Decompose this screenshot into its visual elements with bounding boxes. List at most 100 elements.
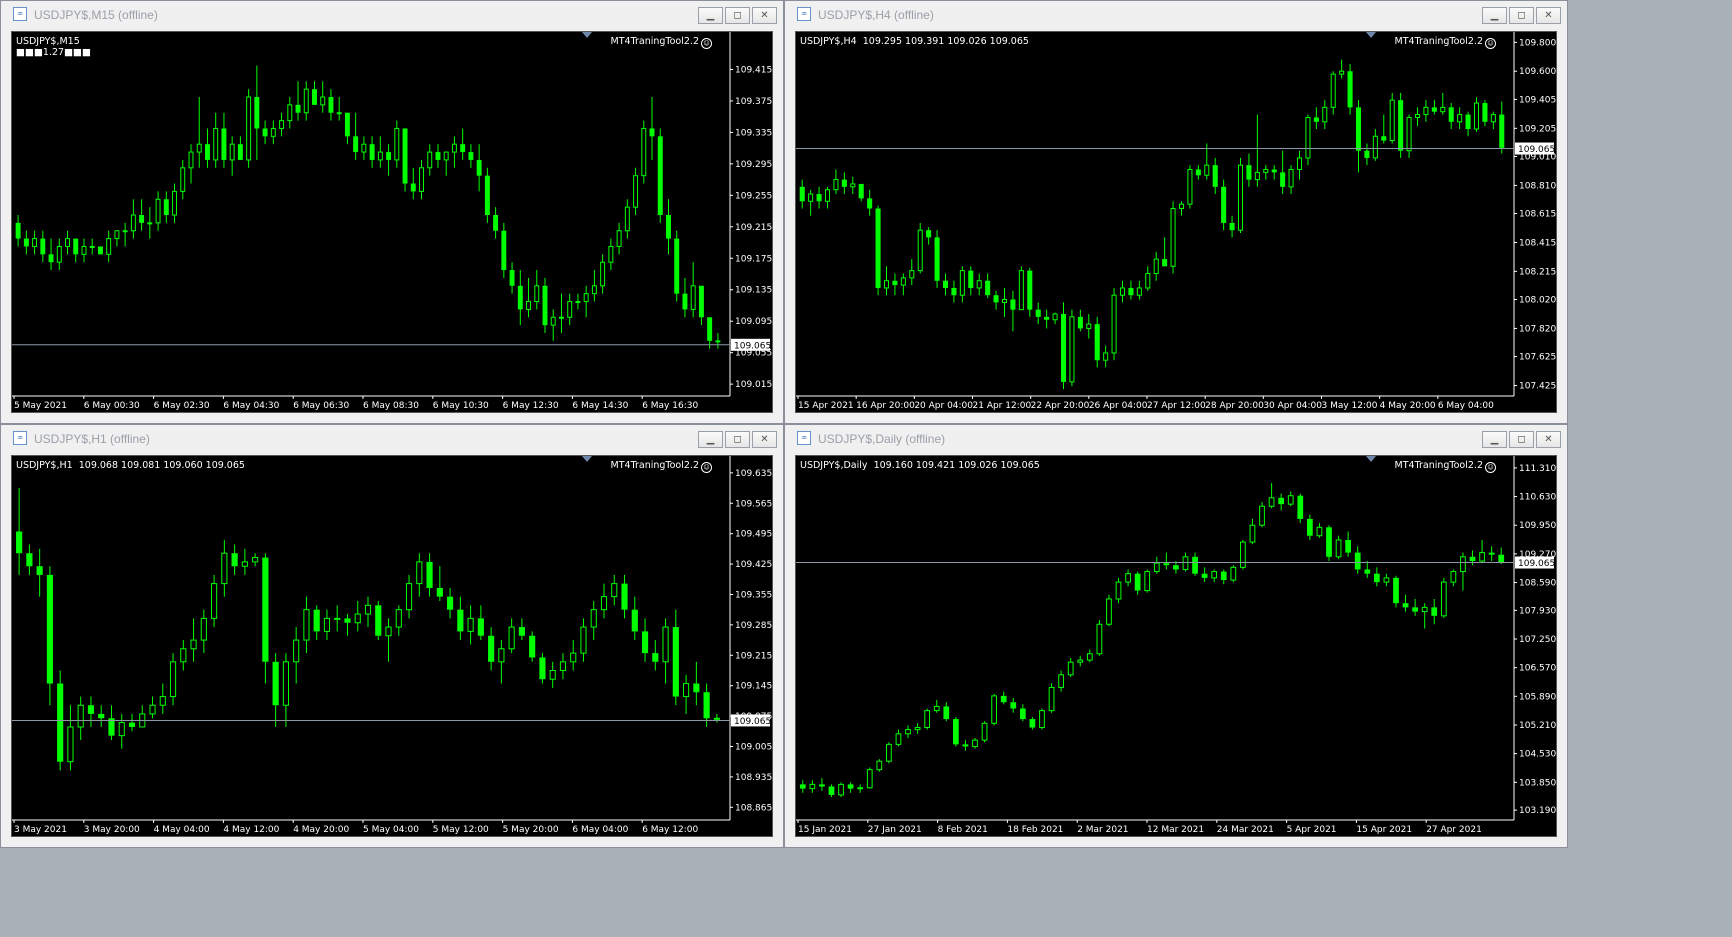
candle-bull — [180, 167, 186, 192]
candle-bear — [1347, 71, 1353, 108]
chart-svg: 109.635 109.565 109.495 109.425 109.355 109.2… — [12, 456, 772, 835]
price-tick-label: 108.935 — [735, 773, 772, 783]
chart-window-icon: ♒ — [13, 431, 27, 445]
minimize-icon[interactable]: ▁ — [698, 7, 723, 24]
close-icon[interactable]: ✕ — [752, 7, 777, 24]
candle-bear — [344, 112, 350, 137]
candle-bear — [1163, 563, 1170, 566]
shift-marker-icon[interactable] — [1366, 456, 1376, 462]
candle-bear — [1246, 165, 1252, 180]
candle-bull — [1136, 287, 1142, 296]
candle-bear — [15, 222, 21, 239]
shift-marker-icon[interactable] — [582, 456, 592, 462]
candle-bull — [354, 613, 361, 624]
candle-bull — [550, 316, 556, 326]
candle-bear — [457, 609, 464, 632]
price-tick-label: 109.015 — [735, 380, 772, 390]
shift-marker-icon[interactable] — [1366, 32, 1376, 38]
chart-canvas[interactable]: 109.635 109.565 109.495 109.425 109.355 109.2… — [11, 455, 773, 837]
candle-bull — [1230, 566, 1237, 581]
candle-bear — [934, 237, 940, 281]
candle-bull — [526, 301, 532, 310]
candle-bull — [1018, 270, 1024, 311]
candle-bear — [1271, 169, 1277, 173]
chart-window-h1[interactable]: ♒ USDJPY$,H1 (offline) ▁ ◻ ✕ 109.635 109.… — [0, 424, 784, 848]
price-tick-label: 108.865 — [735, 803, 772, 813]
candle-bear — [375, 605, 382, 636]
candle-bear — [1077, 316, 1083, 329]
price-tick-label: 107.250 — [1519, 635, 1556, 645]
candle-bear — [447, 596, 454, 610]
candle-bull — [451, 143, 457, 153]
candle-bull — [395, 609, 402, 628]
restore-icon[interactable]: ◻ — [1509, 431, 1534, 448]
shift-marker-icon[interactable] — [582, 32, 592, 38]
candle-bull — [833, 179, 839, 191]
candle-bull — [419, 167, 424, 192]
candle-bear — [484, 175, 490, 215]
window-titlebar[interactable]: ♒ USDJPY$,Daily (offline) ▁ ◻ ✕ — [785, 425, 1567, 453]
price-tick-label: 109.215 — [735, 223, 772, 233]
candle-bear — [649, 128, 655, 137]
price-tick-label: 108.615 — [1519, 210, 1556, 220]
candle-bear — [698, 285, 704, 318]
candle-bull — [323, 617, 331, 632]
candle-bear — [272, 661, 279, 706]
candle-bull — [1406, 116, 1412, 152]
window-title: USDJPY$,M15 (offline) — [34, 8, 158, 22]
candle-bull — [1372, 135, 1378, 159]
candle-bear — [36, 566, 43, 575]
price-tick-label: 107.625 — [1519, 353, 1556, 363]
candle-bull — [114, 230, 120, 240]
candle-bear — [1326, 527, 1332, 557]
restore-icon[interactable]: ◻ — [725, 431, 750, 448]
candle-bear — [435, 152, 441, 160]
candle-bull — [106, 238, 112, 255]
candle-bear — [237, 144, 243, 160]
candle-bull — [303, 88, 309, 114]
candle-bull — [394, 127, 400, 161]
chart-window-m15[interactable]: ♒ USDJPY$,M15 (offline) ▁ ◻ ✕ 109.415 109… — [0, 0, 784, 424]
chart-canvas[interactable]: 111.310 110.630 109.950 109.270 108.590 107.9… — [795, 455, 1557, 837]
restore-icon[interactable]: ◻ — [725, 7, 750, 24]
close-icon[interactable]: ✕ — [1536, 431, 1561, 448]
candle-bear — [1398, 100, 1404, 151]
candle-bull — [1330, 73, 1336, 108]
candle-bull — [1039, 710, 1045, 728]
bid-price-label: 109.065 — [734, 341, 771, 351]
chart-window-daily[interactable]: ♒ USDJPY$,Daily (offline) ▁ ◻ ✕ 111.310 1… — [784, 424, 1568, 848]
close-icon[interactable]: ✕ — [752, 431, 777, 448]
minimize-icon[interactable]: ▁ — [1482, 7, 1507, 24]
candle-bull — [279, 120, 285, 129]
candle-bull — [909, 270, 915, 279]
candle-bull — [282, 661, 289, 706]
candle-bull — [122, 230, 128, 233]
chart-symbol-label: USDJPY$,H1 109.068 109.081 109.060 109.0… — [16, 460, 245, 471]
candle-bear — [328, 97, 334, 113]
candle-bear — [517, 285, 523, 310]
minimize-icon[interactable]: ▁ — [698, 431, 723, 448]
restore-icon[interactable]: ◻ — [1509, 7, 1534, 24]
candle-bear — [1402, 603, 1409, 608]
price-tick-label: 107.425 — [1519, 381, 1556, 391]
window-titlebar[interactable]: ♒ USDJPY$,M15 (offline) ▁ ◻ ✕ — [1, 1, 783, 29]
candle-bear — [1220, 571, 1227, 580]
candle-bear — [841, 179, 847, 187]
chart-window-h4[interactable]: ♒ USDJPY$,H4 (offline) ▁ ◻ ✕ 109.800 109.… — [784, 0, 1568, 424]
time-tick-label: 2 Mar 2021 — [1077, 825, 1128, 835]
candle-bull — [200, 617, 207, 641]
candle-bull — [549, 669, 556, 680]
candle-bear — [1465, 114, 1471, 130]
chart-canvas[interactable]: 109.800 109.600 109.405 109.205 109.010 108.8… — [795, 31, 1557, 413]
window-titlebar[interactable]: ♒ USDJPY$,H4 (offline) ▁ ◻ ✕ — [785, 1, 1567, 29]
chart-canvas[interactable]: 109.415 109.375 109.335 109.295 109.255 109.2… — [11, 31, 773, 413]
candle-bull — [1316, 526, 1323, 537]
candle-bull — [1106, 598, 1112, 625]
candle-bear — [1448, 107, 1454, 122]
candle-bear — [1019, 708, 1026, 720]
window-titlebar[interactable]: ♒ USDJPY$,H1 (offline) ▁ ◻ ✕ — [1, 425, 783, 453]
candle-bull — [443, 151, 449, 161]
close-icon[interactable]: ✕ — [1536, 7, 1561, 24]
candle-bull — [959, 270, 965, 296]
minimize-icon[interactable]: ▁ — [1482, 431, 1507, 448]
